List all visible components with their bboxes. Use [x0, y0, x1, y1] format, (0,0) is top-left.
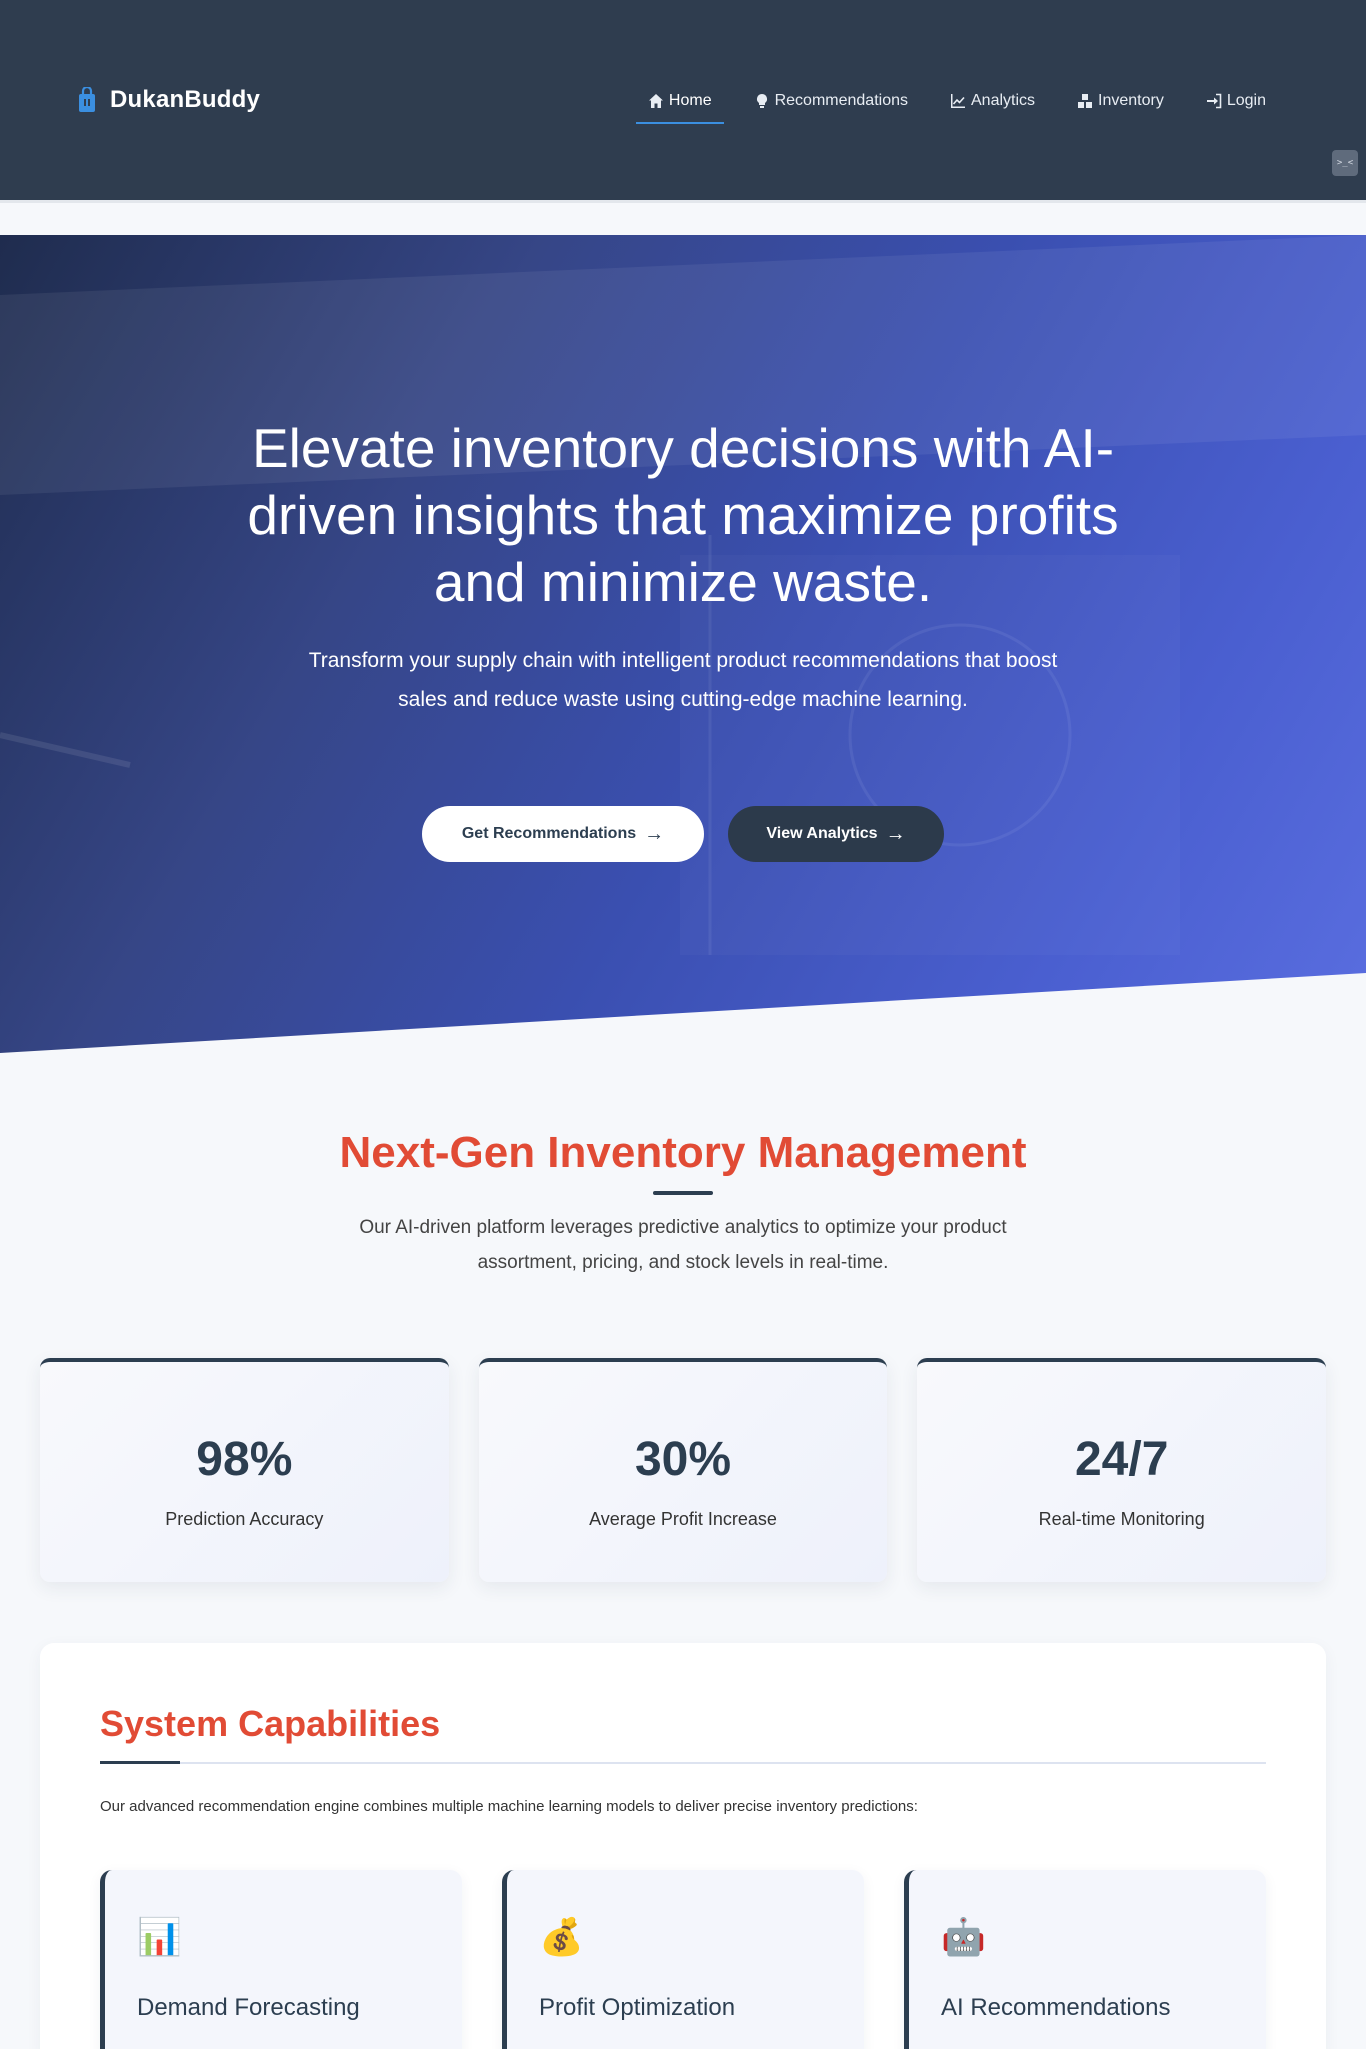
brand-name: DukanBuddy: [110, 86, 261, 113]
nav-item-label: Home: [668, 92, 712, 109]
boxes-icon: [1078, 94, 1093, 108]
arrow-right-icon: →: [885, 822, 906, 845]
nav-item-label: Recommendations: [774, 92, 908, 109]
stats-row: 98% Prediction Accuracy 30% Average Prof…: [40, 1358, 1327, 1582]
section-title-underline: [653, 1191, 713, 1195]
robot-icon: 🤖: [941, 1916, 986, 1957]
nav-item-label: Login: [1226, 92, 1266, 109]
capabilities-title: System Capabilities: [100, 1703, 441, 1744]
capability-card-ai-recommendations: 🤖 AI Recommendations: [904, 1870, 1266, 2049]
nav-item-recommendations[interactable]: Recommendations: [742, 86, 920, 122]
capability-cards: 📊 Demand Forecasting 💰 Profit Optimizati…: [100, 1870, 1266, 2049]
section-title: Next-Gen Inventory Management: [339, 1128, 1027, 1177]
money-bag-icon: 💰: [539, 1916, 584, 1957]
bar-chart-icon: 📊: [137, 1916, 182, 1957]
hero-subtitle: Transform your supply chain with intelli…: [308, 649, 1058, 711]
capability-card-title: Demand Forecasting: [137, 1994, 360, 2021]
hero-buttons: Get Recommendations → View Analytics →: [0, 806, 1366, 862]
stat-label: Prediction Accuracy: [165, 1509, 324, 1529]
stat-card: 24/7 Real-time Monitoring: [917, 1358, 1327, 1582]
extension-icon[interactable]: >_<: [1332, 150, 1358, 176]
section-description: Our AI-driven platform leverages predict…: [359, 1217, 1007, 1273]
button-label: Get Recommendations: [461, 825, 637, 842]
capability-card-demand-forecasting: 📊 Demand Forecasting: [100, 1870, 462, 2049]
home-icon: [648, 94, 663, 108]
lightbulb-icon: [756, 94, 767, 108]
stat-label: Average Profit Increase: [589, 1509, 777, 1529]
capability-card-profit-optimization: 💰 Profit Optimization: [502, 1870, 864, 2049]
divider: [100, 1762, 1266, 1764]
navbar: DukanBuddy Home Recommendations Analytic…: [0, 0, 1366, 203]
stat-value: 24/7: [1074, 1433, 1169, 1486]
capability-card-title: AI Recommendations: [941, 1994, 1171, 2021]
stat-value: 30%: [634, 1433, 732, 1486]
capabilities-description: Our advanced recommendation engine combi…: [100, 1798, 918, 1815]
nav-item-label: Analytics: [971, 92, 1036, 109]
nav-item-home[interactable]: Home: [635, 86, 724, 124]
stat-value: 98%: [196, 1433, 293, 1486]
nav-item-label: Inventory: [1098, 92, 1164, 109]
chart-line-icon: [951, 94, 965, 108]
main-nav: Home Recommendations Analytics Inventory…: [635, 86, 1278, 124]
shopping-bag-icon: [78, 85, 96, 113]
stat-card: 30% Average Profit Increase: [478, 1358, 888, 1582]
hero-title: Elevate inventory decisions with AI-driv…: [247, 417, 1119, 613]
capabilities-panel: System Capabilities Our advanced recomme…: [40, 1643, 1326, 2049]
button-label: View Analytics: [766, 825, 878, 842]
get-recommendations-button[interactable]: Get Recommendations →: [422, 806, 704, 862]
divider-accent: [100, 1761, 180, 1764]
hero-slanted-divider: [0, 973, 1366, 1053]
capability-card-title: Profit Optimization: [539, 1994, 736, 2021]
stat-label: Real-time Monitoring: [1038, 1509, 1205, 1529]
arrow-right-icon: →: [644, 822, 665, 845]
brand-link[interactable]: DukanBuddy: [78, 85, 261, 114]
nav-item-login[interactable]: Login: [1194, 86, 1278, 122]
view-analytics-button[interactable]: View Analytics →: [728, 806, 944, 862]
stat-card: 98% Prediction Accuracy: [40, 1358, 449, 1582]
hero-section: Elevate inventory decisions with AI-driv…: [0, 235, 1366, 1053]
nav-item-analytics[interactable]: Analytics: [938, 86, 1047, 122]
sign-in-icon: [1206, 93, 1222, 109]
nav-item-inventory[interactable]: Inventory: [1065, 86, 1176, 122]
